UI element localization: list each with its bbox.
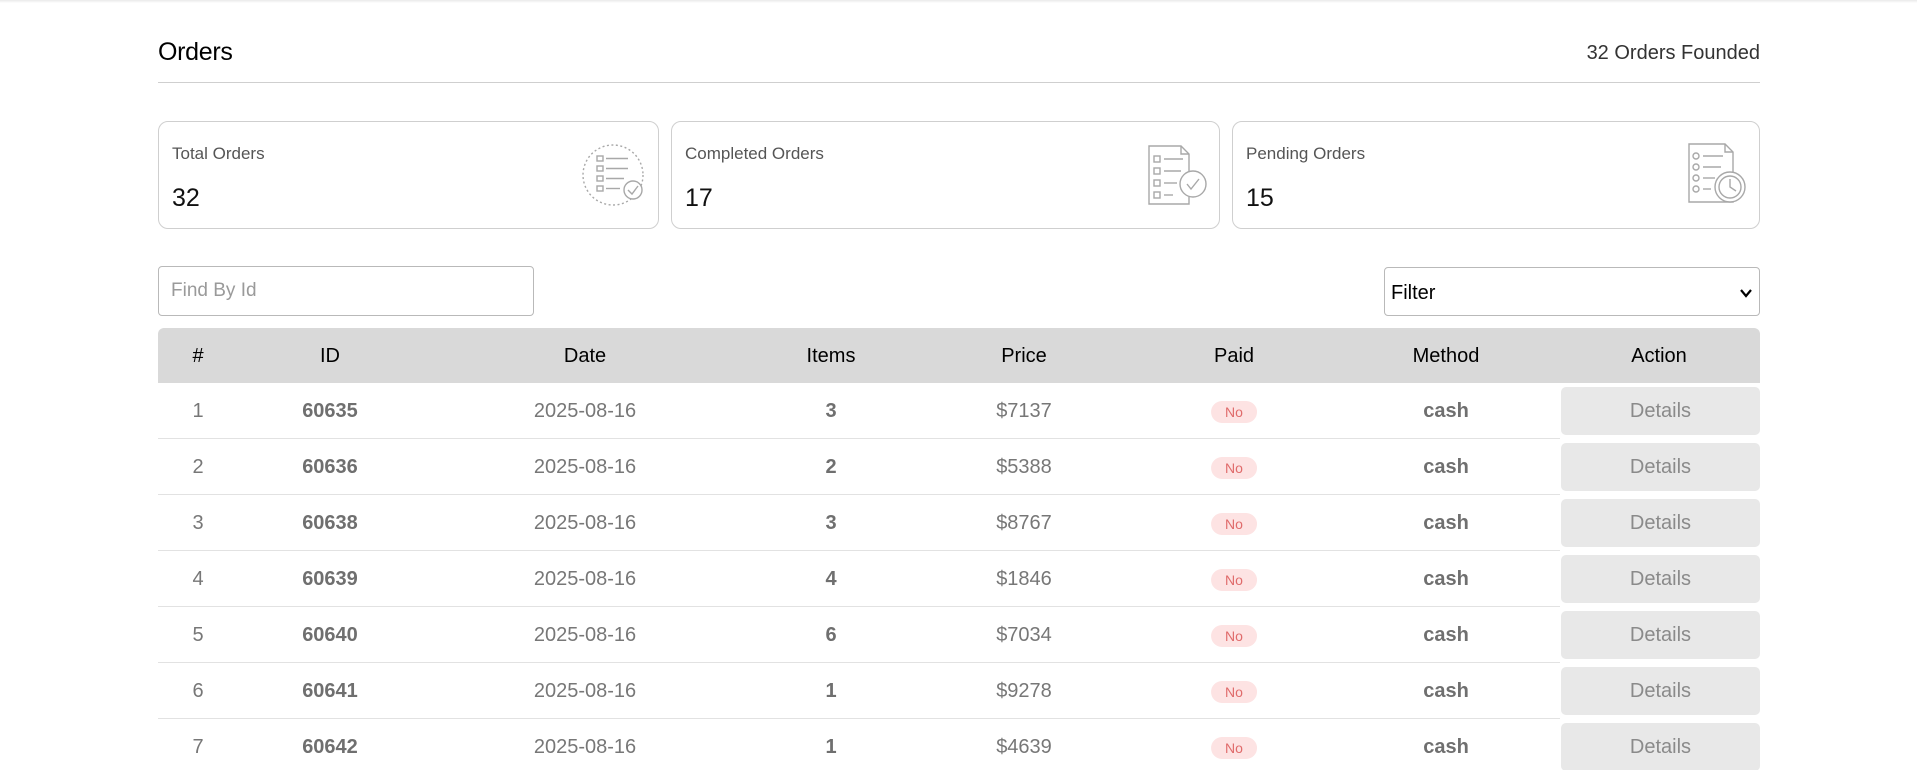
order-items: 6 — [825, 624, 837, 646]
paid-status-badge: No — [1211, 513, 1257, 535]
payment-method: cash — [1423, 400, 1469, 422]
order-id: 60638 — [302, 512, 358, 534]
payment-method: cash — [1423, 512, 1469, 534]
order-price: $7034 — [996, 624, 1052, 646]
payment-method: cash — [1423, 680, 1469, 702]
column-header-id: ID — [320, 345, 340, 367]
table-row: 2 60636 2025-08-16 2 $5388 No cash Detai… — [158, 439, 1760, 495]
order-items: 1 — [825, 736, 837, 758]
card-label: Total Orders — [172, 144, 265, 163]
details-button[interactable]: Details — [1561, 499, 1760, 547]
table-row: 4 60639 2025-08-16 4 $1846 No cash Detai… — [158, 551, 1760, 607]
row-number: 3 — [192, 512, 204, 534]
document-clock-icon — [1688, 143, 1746, 203]
details-button[interactable]: Details — [1561, 443, 1760, 491]
list-check-circle-icon — [582, 144, 644, 206]
order-price: $1846 — [996, 568, 1052, 590]
table-row: 5 60640 2025-08-16 6 $7034 No cash Detai… — [158, 607, 1760, 663]
orders-table: # ID Date Items Price Paid Method Action… — [158, 328, 1760, 770]
order-date: 2025-08-16 — [533, 624, 637, 646]
order-id: 60639 — [302, 568, 358, 590]
column-header-items: Items — [806, 345, 856, 367]
row-number: 6 — [192, 680, 204, 702]
order-date: 2025-08-16 — [533, 400, 637, 422]
details-button[interactable]: Details — [1561, 555, 1760, 603]
paid-status-badge: No — [1211, 401, 1257, 423]
filter-selected-value: Filter — [1391, 282, 1436, 304]
table-row: 7 60642 2025-08-16 1 $4639 No cash Detai… — [158, 719, 1760, 770]
column-header-action: Action — [1631, 345, 1687, 367]
row-number: 7 — [192, 736, 204, 758]
paid-status-badge: No — [1211, 681, 1257, 703]
order-items: 3 — [825, 400, 837, 422]
order-id: 60640 — [302, 624, 358, 646]
column-header-method: Method — [1412, 345, 1480, 367]
order-price: $5388 — [996, 456, 1052, 478]
order-items: 2 — [825, 456, 837, 478]
page-header: Orders 32 Orders Founded — [158, 0, 1760, 83]
order-price: $8767 — [996, 512, 1052, 534]
payment-method: cash — [1423, 736, 1469, 758]
card-value: 32 — [172, 184, 200, 212]
table-row: 6 60641 2025-08-16 1 $9278 No cash Detai… — [158, 663, 1760, 719]
stat-cards: Total Orders 32 Completed Orders 17 Pend… — [158, 121, 1760, 229]
order-id: 60636 — [302, 456, 358, 478]
order-date: 2025-08-16 — [533, 456, 637, 478]
chevron-down-icon — [1740, 289, 1752, 298]
filter-select[interactable]: Filter — [1384, 267, 1760, 316]
paid-status-badge: No — [1211, 625, 1257, 647]
order-date: 2025-08-16 — [533, 680, 637, 702]
order-price: $4639 — [996, 736, 1052, 758]
details-button[interactable]: Details — [1561, 723, 1760, 770]
details-button[interactable]: Details — [1561, 667, 1760, 715]
table-row: 1 60635 2025-08-16 3 $7137 No cash Detai… — [158, 383, 1760, 439]
total-orders-card: Total Orders 32 — [158, 121, 659, 229]
order-id: 60642 — [302, 736, 358, 758]
order-items: 1 — [825, 680, 837, 702]
search-input[interactable] — [158, 266, 534, 316]
payment-method: cash — [1423, 456, 1469, 478]
details-button[interactable]: Details — [1561, 611, 1760, 659]
row-number: 4 — [192, 568, 204, 590]
table-row: 3 60638 2025-08-16 3 $8767 No cash Detai… — [158, 495, 1760, 551]
row-number: 1 — [192, 400, 204, 422]
table-header: # ID Date Items Price Paid Method Action — [158, 328, 1760, 383]
column-header-number: # — [192, 345, 204, 367]
paid-status-badge: No — [1211, 737, 1257, 759]
card-label: Completed Orders — [685, 144, 824, 163]
card-value: 15 — [1246, 184, 1274, 212]
pending-orders-card: Pending Orders 15 — [1232, 121, 1760, 229]
order-date: 2025-08-16 — [533, 568, 637, 590]
document-check-icon — [1148, 145, 1207, 205]
column-header-price: Price — [1001, 345, 1047, 367]
column-header-date: Date — [563, 345, 607, 367]
completed-orders-card: Completed Orders 17 — [671, 121, 1220, 229]
orders-found-count: 32 Orders Founded — [1586, 42, 1760, 64]
order-price: $7137 — [996, 400, 1052, 422]
payment-method: cash — [1423, 624, 1469, 646]
card-label: Pending Orders — [1246, 144, 1366, 163]
row-number: 2 — [192, 456, 204, 478]
details-button[interactable]: Details — [1561, 387, 1760, 435]
order-id: 60641 — [302, 680, 358, 702]
page-title: Orders — [158, 38, 233, 66]
order-date: 2025-08-16 — [533, 512, 637, 534]
orders-page: Orders 32 Orders Founded Total Orders 32… — [158, 0, 1760, 770]
order-price: $9278 — [996, 680, 1052, 702]
row-number: 5 — [192, 624, 204, 646]
order-id: 60635 — [302, 400, 358, 422]
order-items: 3 — [825, 512, 837, 534]
payment-method: cash — [1423, 568, 1469, 590]
order-items: 4 — [825, 568, 837, 590]
card-value: 17 — [685, 184, 713, 212]
order-date: 2025-08-16 — [533, 736, 637, 758]
column-header-paid: Paid — [1213, 345, 1255, 367]
paid-status-badge: No — [1211, 457, 1257, 479]
paid-status-badge: No — [1211, 569, 1257, 591]
